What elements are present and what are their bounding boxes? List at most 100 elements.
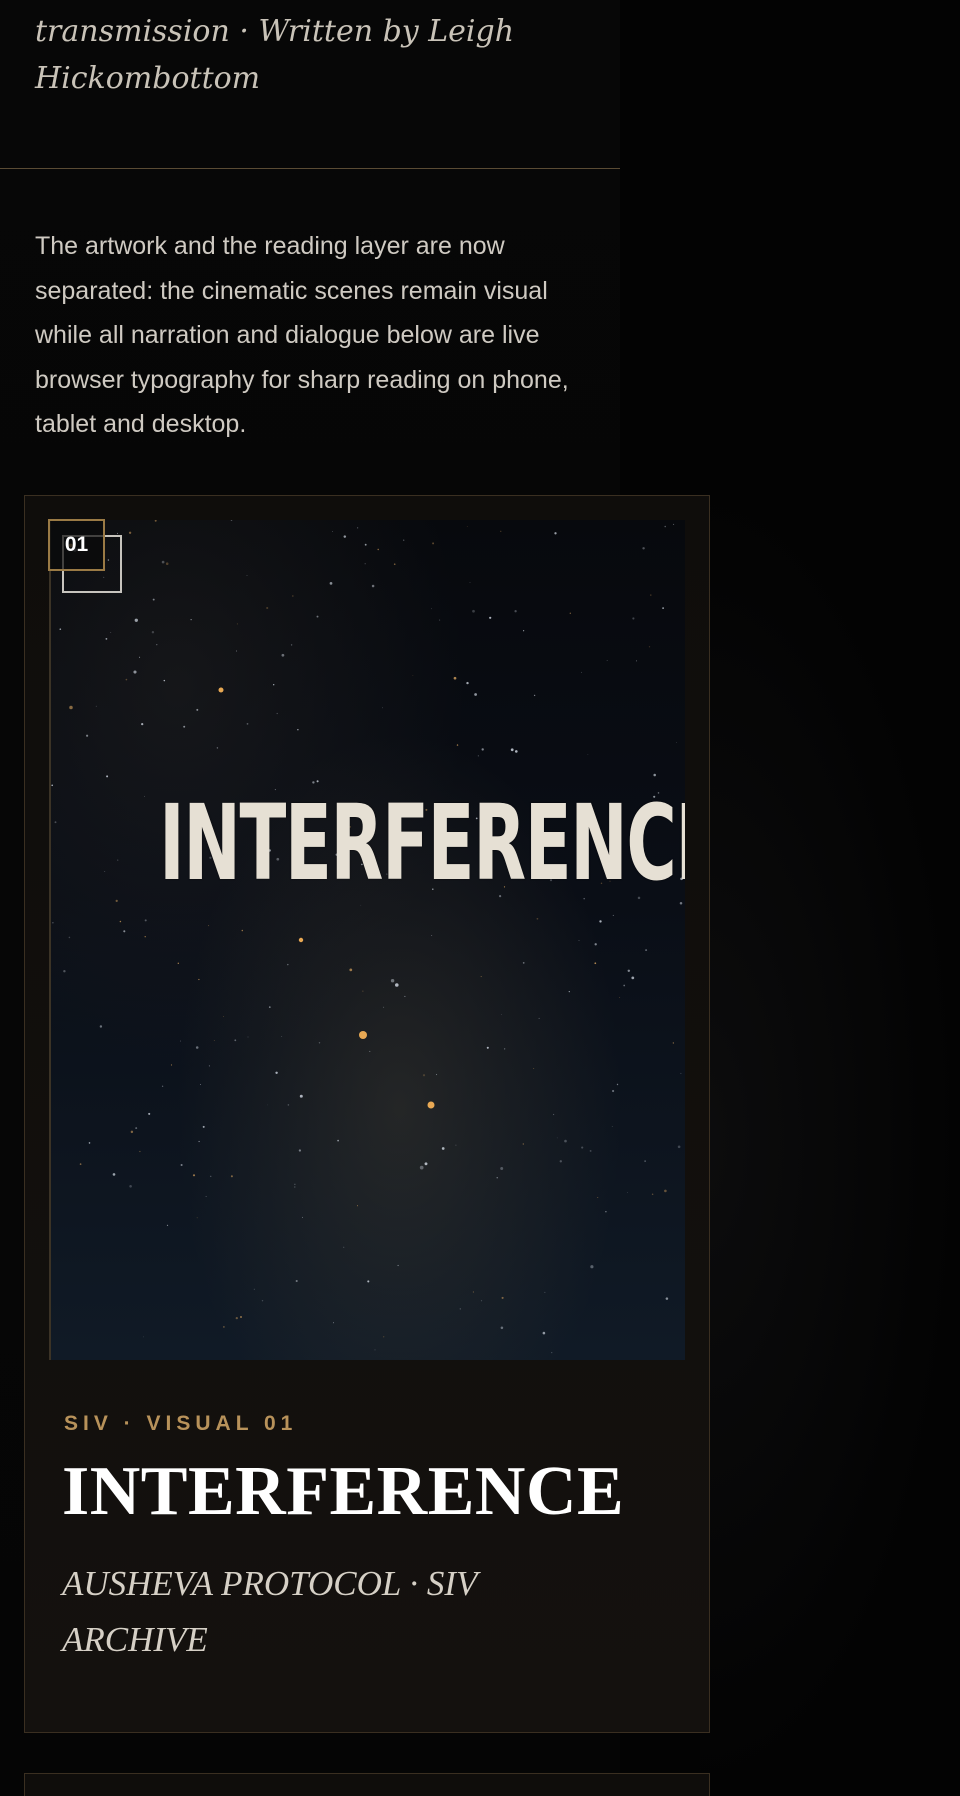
star [542,1331,546,1335]
star [297,729,299,731]
star [276,712,278,715]
artwork-image: INTERFERENCE [49,520,685,1360]
star [190,619,192,621]
star [295,1279,298,1283]
star [441,1147,445,1150]
star [522,962,525,964]
byline-line-2: Hickombottom [35,61,261,96]
star [68,936,71,939]
star [533,694,536,697]
star [291,595,294,597]
star [456,744,459,746]
artwork-title-text: INTERFERENCE [159,782,685,904]
star [662,607,664,609]
star [208,925,210,927]
star [578,940,580,941]
star [664,525,666,528]
star [223,1326,225,1328]
star [236,650,238,652]
star [208,1065,210,1067]
star [480,1300,483,1302]
star [115,899,118,903]
star [642,547,645,550]
star [59,628,62,631]
star [612,1089,615,1093]
star [367,1280,370,1283]
star [290,644,293,646]
star [612,914,614,916]
star [230,520,233,521]
star [556,1137,558,1139]
star [459,1308,461,1310]
star [266,606,269,610]
star [364,563,366,565]
star [240,1316,242,1318]
star [148,1112,151,1115]
star [623,984,626,987]
star [523,630,525,632]
star [139,1150,141,1153]
star [144,795,146,797]
star [331,531,333,533]
star [205,1195,207,1197]
star [154,520,157,522]
star [597,1197,599,1198]
bright-star [298,937,304,943]
star [54,821,57,824]
star [198,978,200,981]
star [382,707,384,709]
star [383,1336,385,1338]
star [496,1177,498,1179]
star [636,660,637,662]
star [117,859,119,861]
star [139,656,141,658]
star [195,1046,199,1049]
star [104,871,106,872]
star [234,1039,237,1042]
star [500,1014,502,1015]
star [123,930,126,933]
next-visual-card[interactable] [24,1773,710,1796]
star [294,1183,296,1185]
star [128,531,132,534]
star [510,748,514,752]
star [180,1040,181,1042]
star [86,734,89,737]
star [500,1167,504,1170]
star [616,1083,619,1086]
star [364,543,367,546]
star [504,1048,506,1050]
star [135,1127,138,1130]
star [553,1113,555,1116]
star [680,1072,682,1074]
star [337,1139,339,1142]
star [247,1036,249,1038]
star [287,1104,290,1106]
card-subtitle: AUSHEVA PROTOCOL · SIV ARCHIVE [62,1564,477,1659]
star [568,990,570,993]
star [651,1193,654,1195]
star [544,1291,546,1293]
star [605,1210,607,1213]
star [590,1265,594,1269]
visual-card[interactable]: INTERFERENCE [24,495,710,1733]
star [161,1085,164,1087]
star [664,1189,667,1193]
star [455,1144,457,1146]
star [377,548,379,551]
star [395,983,399,987]
star [594,962,597,965]
star [632,617,635,620]
star [267,1104,268,1106]
star [177,962,179,964]
star [403,539,405,541]
star [268,1006,271,1008]
star [253,1288,255,1290]
star [99,1025,103,1028]
star [432,542,435,545]
star [236,623,238,625]
star [594,943,597,946]
starfield [51,520,683,1354]
star [246,723,249,725]
star [393,563,396,566]
